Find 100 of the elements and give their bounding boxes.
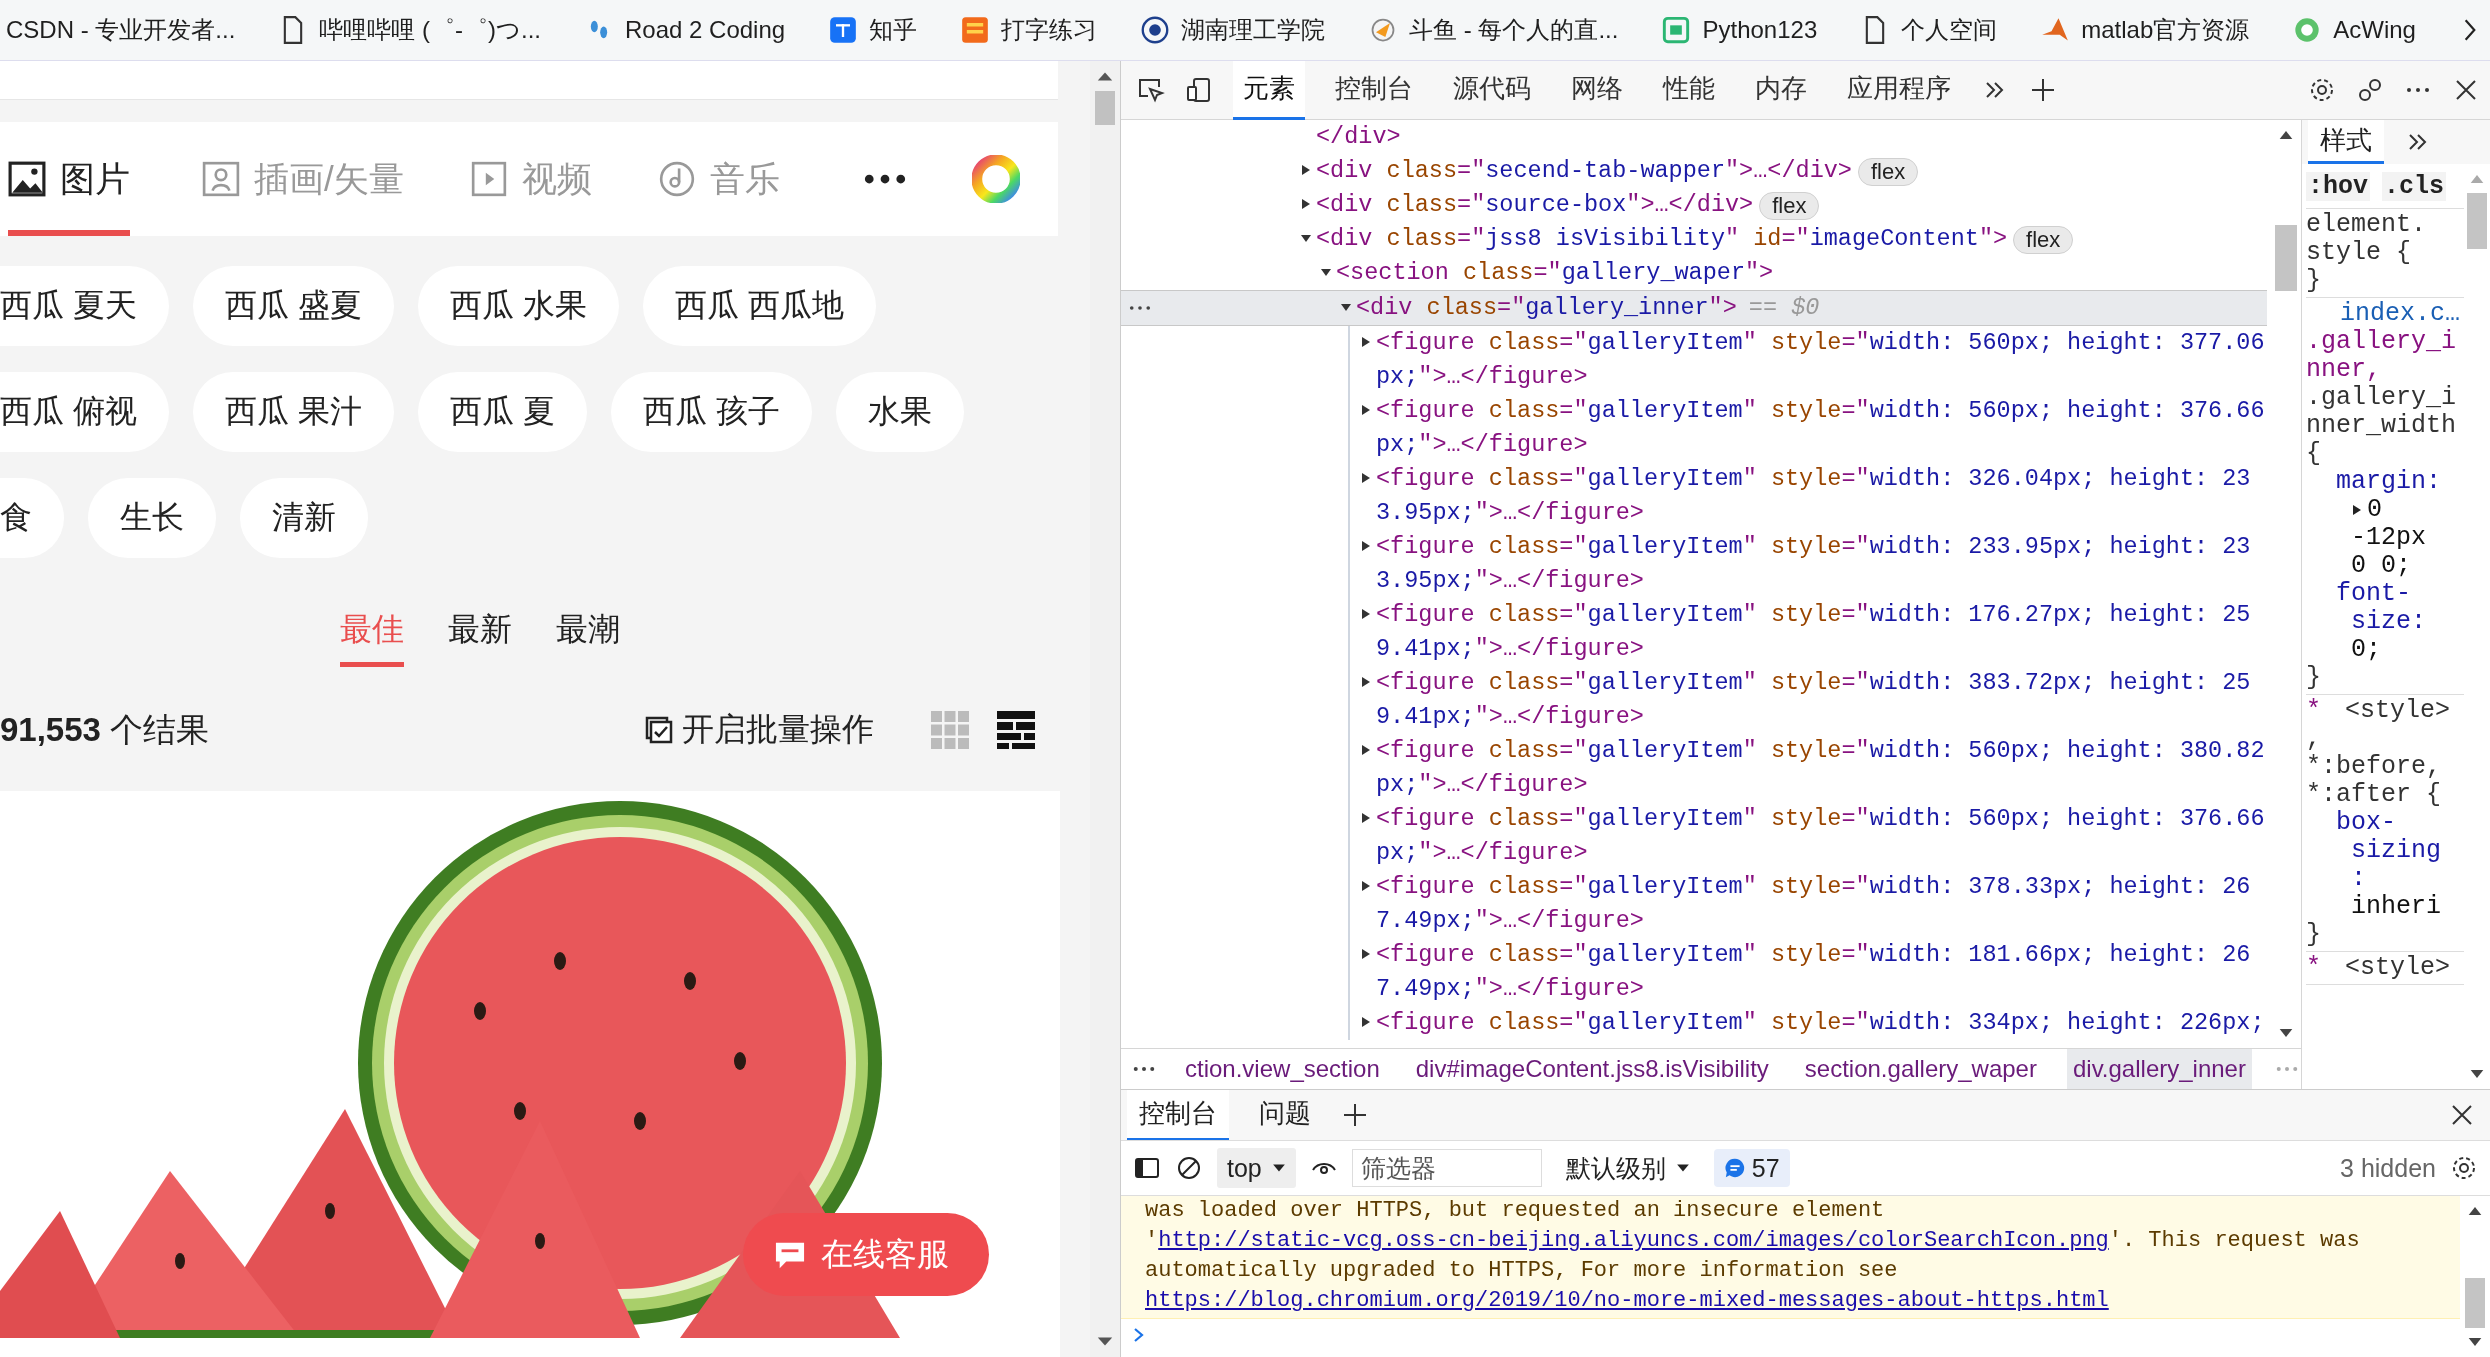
expand-arrow-icon[interactable] bbox=[1360, 744, 1372, 756]
bookmark-link[interactable]: 个人空间 bbox=[1861, 14, 1998, 46]
dom-tree-row[interactable]: <div class="source-box">…</div> flex bbox=[1121, 188, 2267, 222]
expand-arrow-icon[interactable] bbox=[1300, 198, 1312, 210]
bookmark-link[interactable]: 打字练习 bbox=[961, 14, 1098, 46]
expand-arrow-icon[interactable] bbox=[1360, 608, 1372, 620]
styles-tab[interactable]: 样式 bbox=[2308, 120, 2384, 164]
breadcrumb-item[interactable]: section.gallery_waper bbox=[1798, 1049, 2043, 1089]
style-filter-button[interactable]: :hov bbox=[2306, 171, 2370, 201]
media-tab[interactable]: 图片 bbox=[8, 122, 130, 236]
bookmark-link[interactable]: 哔哩哔哩 (゜-゜)つ... bbox=[279, 14, 541, 46]
expand-arrow-icon[interactable] bbox=[1360, 472, 1372, 484]
layout-badge[interactable]: flex bbox=[1759, 192, 1820, 220]
style-filter-button[interactable]: .cls bbox=[2382, 171, 2447, 201]
dom-tree-row[interactable]: <figure class="galleryItem" style="width: 233.95px; height: 233.95px;">…</figure> bbox=[1121, 530, 2267, 598]
bookmark-link[interactable]: Road 2 Coding bbox=[585, 16, 786, 44]
tag-chip[interactable]: 西瓜 夏 bbox=[417, 372, 587, 452]
bookmark-link[interactable]: 斗鱼 - 每个人的直... bbox=[1369, 14, 1619, 46]
dom-tree-row[interactable]: <div class="secend-tab-wapper">…</div> flex bbox=[1121, 154, 2267, 188]
dom-tree-row[interactable]: <div class="jss8 isVisibility" id="imageContent"> flex bbox=[1121, 222, 2267, 256]
more-icon[interactable] bbox=[864, 173, 906, 185]
dom-tree-row[interactable]: <figure class="galleryItem" style="width: 560px; height: 380.82px;">…</figure> bbox=[1121, 734, 2267, 802]
dom-tree-row[interactable]: </div> bbox=[1121, 120, 2267, 154]
sort-tab[interactable]: 最新 bbox=[448, 608, 512, 667]
row-menu-icon[interactable] bbox=[1129, 305, 1151, 311]
clear-icon[interactable] bbox=[1175, 1154, 1203, 1182]
tag-chip[interactable]: 西瓜 西瓜地 bbox=[642, 266, 876, 346]
context-dropdown[interactable]: top bbox=[1217, 1148, 1296, 1188]
tag-chip[interactable]: 水果 bbox=[835, 372, 964, 452]
dom-tree-row[interactable]: <figure class="galleryItem" style="width: 326.04px; height: 233.95px;">…</figure> bbox=[1121, 462, 2267, 530]
log-level-dropdown[interactable]: 默认级别 bbox=[1555, 1148, 1700, 1188]
devtools-tab[interactable]: 源代码 bbox=[1443, 60, 1541, 120]
dom-tree-row[interactable]: <figure class="galleryItem" style="width: 378.33px; height: 267.49px;">…</figure> bbox=[1121, 870, 2267, 938]
dom-tree-row[interactable]: <figure class="galleryItem" style="width: 176.27px; height: 259.41px;">…</figure> bbox=[1121, 598, 2267, 666]
tag-chip[interactable]: 西瓜 俯视 bbox=[0, 372, 169, 452]
drawer-tab[interactable]: 控制台 bbox=[1127, 1089, 1229, 1141]
tag-chip[interactable]: 西瓜 盛夏 bbox=[192, 266, 394, 346]
scrollbar-thumb[interactable] bbox=[2275, 225, 2297, 291]
drawer-tab[interactable]: 问题 bbox=[1247, 1089, 1323, 1141]
devtools-tab[interactable]: 内存 bbox=[1745, 60, 1817, 120]
scrollbar-thumb[interactable] bbox=[2465, 1278, 2485, 1328]
online-service-button[interactable]: 在线客服 bbox=[743, 1213, 989, 1296]
devtools-tab[interactable]: 网络 bbox=[1561, 60, 1633, 120]
layout-badge[interactable]: flex bbox=[1857, 158, 1919, 186]
url-link[interactable]: http://static-vcg.oss-cn-beijing.aliyuncs.com/images/colorSearchIcon.png bbox=[1158, 1228, 2109, 1253]
breadcrumb-item[interactable]: ction.view_section bbox=[1179, 1049, 1386, 1089]
expand-arrow-icon[interactable] bbox=[1360, 336, 1372, 348]
layout-badge[interactable]: flex bbox=[2013, 226, 2074, 254]
inspect-icon[interactable] bbox=[1137, 76, 1165, 104]
settings-icon[interactable] bbox=[2450, 1154, 2478, 1182]
expand-arrow-icon[interactable] bbox=[2351, 504, 2363, 516]
add-icon[interactable] bbox=[2029, 76, 2057, 104]
expand-arrow-icon[interactable] bbox=[1360, 812, 1372, 824]
add-icon[interactable] bbox=[1341, 1101, 1369, 1129]
tag-chip[interactable]: 西瓜 果汁 bbox=[192, 372, 394, 452]
dom-tree-row[interactable]: <figure class="galleryItem" style="width: 560px; height: 376.66px;">…</figure> bbox=[1121, 802, 2267, 870]
dom-tree-row[interactable]: <figure class="galleryItem" style="width: 560px; height: 377.06px;">…</figure> bbox=[1121, 326, 2267, 394]
sort-tab[interactable]: 最潮 bbox=[556, 608, 620, 667]
expand-arrow-icon[interactable] bbox=[1340, 301, 1352, 313]
masonry-view-icon[interactable] bbox=[996, 710, 1036, 750]
tag-chip[interactable]: 生长 bbox=[88, 478, 216, 558]
bookmark-link[interactable]: CSDN - 专业开发者... bbox=[6, 14, 236, 46]
expand-arrow-icon[interactable] bbox=[1360, 1016, 1372, 1028]
filter-field[interactable]: 筛选器 bbox=[1351, 1149, 1542, 1187]
dom-tree-row[interactable]: <figure class="galleryItem" style="width: 181.66px; height: 267.49px;">…</figure> bbox=[1121, 938, 2267, 1006]
bookmark-link[interactable]: 湖南理工学院 bbox=[1141, 14, 1326, 46]
dom-tree-row[interactable]: <figure class="galleryItem" style="width: 383.72px; height: 259.41px;">…</figure> bbox=[1121, 666, 2267, 734]
scrollbar-thumb[interactable] bbox=[1095, 91, 1115, 125]
dom-tree-row[interactable]: <section class="gallery_waper"> bbox=[1121, 256, 2267, 290]
bookmark-link[interactable]: 知乎 bbox=[829, 14, 918, 46]
expand-arrow-icon[interactable] bbox=[1360, 880, 1372, 892]
connection-icon[interactable] bbox=[2356, 76, 2384, 104]
expand-arrow-icon[interactable] bbox=[1300, 164, 1312, 176]
bookmark-link[interactable]: Python123 bbox=[1662, 16, 1818, 44]
tag-chip[interactable]: 清新 bbox=[240, 478, 368, 558]
expand-arrow-icon[interactable] bbox=[1360, 676, 1372, 688]
expand-arrow-icon[interactable] bbox=[1360, 404, 1372, 416]
tag-chip[interactable]: 西瓜 夏天 bbox=[0, 266, 169, 346]
settings-icon[interactable] bbox=[2308, 76, 2336, 104]
expand-arrow-icon[interactable] bbox=[1360, 540, 1372, 552]
batch-action-button[interactable]: 开启批量操作 bbox=[644, 708, 874, 752]
more-icon[interactable] bbox=[1133, 1066, 1155, 1072]
breadcrumb-item[interactable]: div.gallery_inner bbox=[2066, 1049, 2252, 1089]
tag-chip[interactable]: 西瓜 孩子 bbox=[610, 372, 812, 452]
devtools-tab[interactable]: 控制台 bbox=[1325, 60, 1423, 120]
tag-chip[interactable]: 食 bbox=[0, 478, 64, 558]
breadcrumb-item[interactable]: div#imageContent.jss8.isVisibility bbox=[1409, 1049, 1775, 1089]
stylesheet-link[interactable]: index.c… bbox=[2306, 300, 2464, 328]
dom-tree-row[interactable]: <figure class="galleryItem" style="width: 334px; height: 226px; bbox=[1121, 1006, 2267, 1040]
expand-arrow-icon[interactable] bbox=[1360, 948, 1372, 960]
bookmark-link[interactable]: AcWing bbox=[2293, 16, 2416, 44]
page-scrollbar[interactable] bbox=[1090, 61, 1120, 1357]
dom-tree-row[interactable]: <figure class="galleryItem" style="width: 560px; height: 376.66px;">…</figure> bbox=[1121, 394, 2267, 462]
color-wheel-icon[interactable] bbox=[972, 155, 1020, 203]
expand-arrow-icon[interactable] bbox=[1300, 232, 1312, 244]
devtools-tab[interactable]: 应用程序 bbox=[1837, 60, 1961, 120]
dom-tree-row[interactable]: <div class="gallery_inner"> == $0 bbox=[1121, 290, 2267, 326]
url-link[interactable]: https://blog.chromium.org/2019/10/no-more-mixed-messages-about-https.html bbox=[1145, 1288, 2109, 1313]
message-count-badge[interactable]: 57 bbox=[1713, 1149, 1790, 1187]
bookmark-link[interactable]: matlab官方资源 bbox=[2041, 14, 2250, 46]
